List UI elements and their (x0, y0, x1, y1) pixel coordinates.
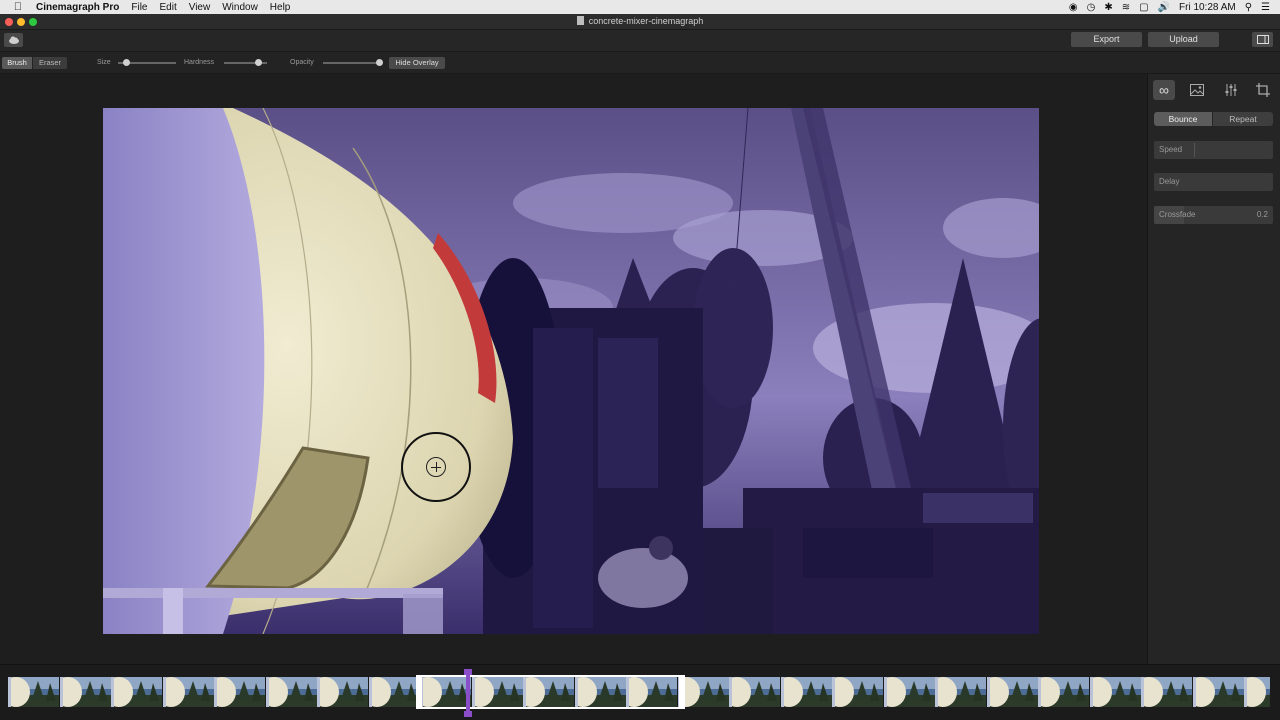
timeline-frame[interactable] (1238, 677, 1270, 707)
timeline-frame[interactable] (723, 677, 780, 707)
export-button[interactable]: Export (1071, 32, 1142, 47)
opacity-label: Opacity (290, 59, 314, 66)
time-machine-icon[interactable]: ◷ (1087, 2, 1096, 13)
menu-help[interactable]: Help (270, 2, 291, 13)
notification-center-icon[interactable]: ☰ (1261, 2, 1270, 13)
menu-bar:  Cinemagraph Pro File Edit View Window … (0, 0, 1280, 14)
adjustments-icon (1225, 84, 1237, 96)
timeline-frame[interactable] (671, 677, 729, 707)
playhead[interactable] (464, 669, 472, 717)
spotlight-icon[interactable]: ⚲ (1245, 2, 1252, 13)
menu-app-name[interactable]: Cinemagraph Pro (36, 2, 119, 13)
bounce-mode-button[interactable]: Bounce (1154, 112, 1212, 126)
timeline-frame[interactable] (1135, 677, 1192, 707)
brush-mode-button[interactable]: Brush (2, 57, 32, 69)
cinemagraph-canvas[interactable] (103, 108, 1039, 634)
upload-button[interactable]: Upload (1148, 32, 1219, 47)
record-icon[interactable]: ◉ (1069, 2, 1078, 13)
timeline-frame[interactable] (877, 677, 935, 707)
tab-image[interactable] (1186, 80, 1208, 100)
size-slider[interactable] (118, 59, 176, 66)
range-start-handle[interactable] (416, 675, 422, 709)
speed-label: Speed (1159, 145, 1183, 154)
display-icon[interactable]: ▢ (1139, 2, 1148, 13)
crop-icon (1256, 83, 1270, 97)
volume-icon[interactable]: 🔊 (1158, 2, 1170, 13)
tab-crop[interactable] (1252, 80, 1274, 100)
timeline-frame[interactable] (208, 677, 265, 707)
tab-loop[interactable]: ∞ (1153, 80, 1175, 100)
opacity-slider[interactable] (323, 59, 383, 66)
main-toolbar: Export Upload (0, 30, 1280, 52)
timeline-frame[interactable] (774, 677, 832, 707)
hardness-slider-knob[interactable] (254, 59, 262, 66)
timeline-frame[interactable] (929, 677, 986, 707)
hardness-slider[interactable] (224, 59, 267, 66)
crosshair-vertical (436, 462, 437, 472)
range-end-handle[interactable] (679, 675, 685, 709)
apple-icon[interactable]:  (0, 1, 36, 13)
bluetooth-icon[interactable]: ✱ (1104, 2, 1112, 13)
crossfade-slider[interactable]: Crossfade 0.2 (1154, 206, 1273, 224)
cloud-button[interactable] (4, 33, 23, 47)
hide-overlay-button[interactable]: Hide Overlay (389, 57, 445, 69)
delay-label: Delay (1159, 177, 1180, 186)
photo-image (103, 108, 1039, 634)
speed-slider[interactable]: Speed (1154, 141, 1273, 159)
canvas-area (0, 74, 1146, 664)
repeat-mode-button[interactable]: Repeat (1213, 112, 1273, 126)
menu-extras: ◉ ◷ ✱ ≋ ▢ 🔊 Fri 10:28 AM ⚲ ☰ (1069, 0, 1270, 14)
size-label: Size (97, 59, 111, 66)
timeline[interactable] (0, 664, 1280, 720)
menu-edit[interactable]: Edit (159, 2, 176, 13)
timeline-frame[interactable] (156, 677, 214, 707)
loop-icon: ∞ (1159, 82, 1169, 98)
window-titlebar: concrete-mixer-cinemagraph (0, 14, 1280, 30)
wifi-icon[interactable]: ≋ (1122, 2, 1130, 13)
timeline-frame[interactable] (1186, 677, 1244, 707)
timeline-frame[interactable] (53, 677, 111, 707)
playhead-top[interactable] (464, 669, 472, 675)
timeline-frame[interactable] (1083, 677, 1141, 707)
window-title: concrete-mixer-cinemagraph (0, 16, 1280, 26)
speed-slider-marker (1194, 143, 1195, 157)
document-icon (576, 16, 584, 25)
crossfade-label: Crossfade (1159, 210, 1196, 219)
eraser-mode-button[interactable]: Eraser (33, 57, 67, 69)
clock[interactable]: Fri 10:28 AM (1179, 2, 1236, 13)
menu-view[interactable]: View (189, 2, 211, 13)
loop-range-selection[interactable] (416, 675, 685, 709)
menu-file[interactable]: File (131, 2, 147, 13)
image-icon (1190, 84, 1204, 96)
playhead-bottom[interactable] (464, 711, 472, 717)
timeline-frame[interactable] (259, 677, 317, 707)
menu-window[interactable]: Window (222, 2, 258, 13)
timeline-frame[interactable] (362, 677, 420, 707)
brush-cursor (401, 432, 471, 502)
sidebar-icon (1256, 35, 1269, 44)
tab-adjustments[interactable] (1220, 80, 1242, 100)
crossfade-value: 0.2 (1256, 210, 1268, 219)
timeline-frame[interactable] (8, 677, 59, 707)
size-slider-knob[interactable] (123, 59, 131, 66)
opacity-slider-knob[interactable] (375, 59, 383, 66)
timeline-frame[interactable] (105, 677, 162, 707)
inspector-panel: ∞ Bounce Repeat Speed Delay Crossfade 0.… (1147, 74, 1280, 664)
timeline-frame[interactable] (980, 677, 1038, 707)
window-title-text: concrete-mixer-cinemagraph (588, 16, 704, 26)
brush-options-bar: Brush Eraser Size Hardness Opacity Hide … (0, 52, 1280, 74)
timeline-frame[interactable] (1032, 677, 1089, 707)
timeline-frame[interactable] (311, 677, 368, 707)
hardness-label: Hardness (184, 59, 214, 66)
timeline-frame[interactable] (826, 677, 883, 707)
delay-slider[interactable]: Delay (1154, 173, 1273, 191)
toggle-sidebar-button[interactable] (1252, 32, 1273, 47)
cloud-icon (8, 36, 19, 44)
